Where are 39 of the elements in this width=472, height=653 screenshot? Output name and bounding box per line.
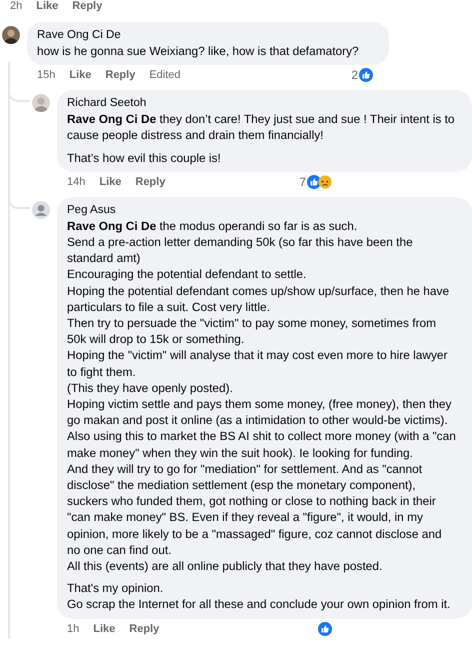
author-name[interactable]: Richard Seetoh — [67, 96, 458, 112]
comment-text: Go scrap the Internet for all these and conclude your own opinion from it. — [67, 596, 452, 613]
comment-text: That’s how evil this couple is! — [67, 150, 222, 166]
comment-text: Also using this to market the BS AI shit to collect more money (with a "can make money" when they win the suit hook). Ie looking for funding. — [67, 428, 457, 461]
comment-text: All this (events) are all online publicly that they have posted. — [67, 558, 384, 574]
reply-link[interactable]: Reply — [72, 0, 102, 12]
comment-text: Send a pre-action letter demanding 50k (so far this have been the standard amt) — [67, 234, 414, 266]
like-link[interactable]: Like — [36, 0, 58, 12]
comment-text: (This they have openly posted). — [67, 380, 234, 396]
comment-text: That's my opinion. — [67, 580, 164, 596]
like-link[interactable]: Like — [69, 69, 92, 82]
comment-text: Rave Ong Ci De the modus operandi so far is as such. — [67, 218, 358, 234]
reaction-count[interactable]: 7 — [299, 174, 306, 189]
comment-text: Hoping victim settle and pays them some money, (free money), then they go makan and post it online (as a intimidation to other would-be victims). — [67, 396, 452, 428]
like-reaction-icon[interactable] — [359, 68, 373, 82]
like-reaction-icon[interactable] — [318, 622, 332, 636]
comment-text: Rave Ong Ci De they don’t care! They just sue and sue ! Their intent is to cause people distress and drain them financially! — [67, 111, 456, 144]
comment-text: how is he gonna sue Weixiang? like, how is that defamatory? — [37, 43, 360, 60]
timestamp: 15h — [37, 69, 56, 82]
reply-link[interactable]: Reply — [105, 69, 136, 82]
comment-text: Hoping the "victim" will analyse that it may cost even more to hire lawyer to fight them. — [67, 347, 449, 380]
timestamp: 1h — [67, 622, 80, 635]
like-link[interactable]: Like — [99, 176, 122, 188]
author-name[interactable]: Rave Ong Ci De — [37, 28, 375, 43]
comment-text: And they will try to go for "mediation" for settlement. And as "cannot disclose" the mediation settlement (esp the monetary component), suckers who funded them, got nothing or close to nothing back in their "can make money" BS. Even if they reveal a "figure", it would, in my opinion, more likely to be a "massaged" figure, coz cannot disclose and no one can find out. — [67, 460, 443, 558]
timestamp: 2h — [10, 0, 22, 12]
author-name[interactable]: Peg Asus — [67, 202, 458, 218]
avatar-icon[interactable] — [32, 200, 50, 219]
timestamp: 14h — [67, 176, 86, 188]
sad-reaction-icon[interactable] — [318, 174, 332, 189]
comment-text: Encouraging the potential defendant to settle. — [67, 266, 308, 283]
comment-text: Then try to persuade the "victim" to pay some money, sometimes from 50k will drop to 15k or something. — [67, 315, 438, 348]
reaction-count[interactable]: 2 — [351, 68, 358, 82]
comment-text: Hoping the potential defendant comes up/show up/surface, then he have particulars to file a suit. Cost very little. — [67, 282, 450, 316]
avatar[interactable] — [2, 26, 20, 44]
reply-link[interactable]: Reply — [129, 622, 160, 635]
reply-link[interactable]: Reply — [135, 176, 166, 188]
like-link[interactable]: Like — [93, 622, 116, 635]
edited-label: Edited — [149, 69, 181, 82]
